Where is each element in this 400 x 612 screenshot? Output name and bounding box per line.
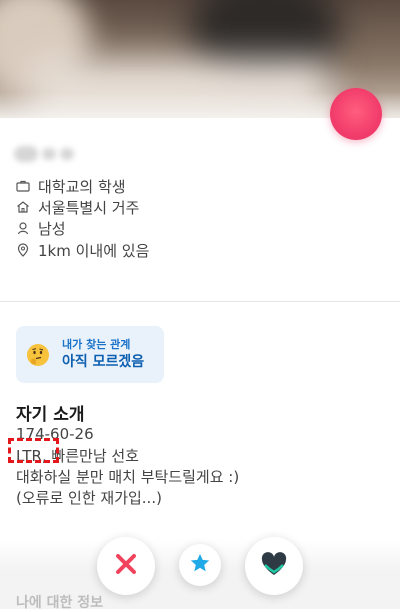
location-pin-icon <box>16 243 30 257</box>
relationship-label: 내가 찾는 관계 <box>62 338 131 351</box>
bio-line: (오류로 인한 재가입...) <box>16 489 162 507</box>
relationship-value: 아직 모르겠음 <box>62 354 145 370</box>
nope-button[interactable] <box>97 537 155 595</box>
thinking-face-icon <box>26 343 50 367</box>
next-section-title: 나에 대한 정보 <box>16 595 104 611</box>
info-row-gender: 남성 <box>16 218 66 238</box>
x-icon <box>114 552 138 580</box>
info-text-job: 대학교의 학생 <box>38 177 126 196</box>
star-icon <box>189 552 211 578</box>
profile-action-button[interactable] <box>330 88 382 140</box>
info-text-gender: 남성 <box>38 219 66 238</box>
highlight-annotation <box>8 438 59 463</box>
heart-icon <box>260 551 288 581</box>
like-button[interactable] <box>245 537 303 595</box>
bio-line: 대화하실 분만 매치 부탁드릴게요 :) <box>16 468 240 486</box>
section-divider <box>0 301 400 302</box>
relationship-texts: 내가 찾는 관계 아직 모르겠음 <box>62 337 144 372</box>
info-row-residence: 서울특별시 거주 <box>16 197 139 217</box>
info-row-distance: 1km 이내에 있음 <box>16 240 149 260</box>
relationship-goal-card: 내가 찾는 관계 아직 모르겠음 <box>16 326 164 383</box>
info-text-residence: 서울특별시 거주 <box>38 198 140 217</box>
info-text-distance: 1km 이내에 있음 <box>38 241 150 260</box>
profile-name-blurred <box>14 142 76 166</box>
super-like-button[interactable] <box>179 544 221 586</box>
briefcase-icon <box>16 179 30 193</box>
person-icon <box>16 221 30 235</box>
home-icon <box>16 200 30 214</box>
info-row-job: 대학교의 학생 <box>16 176 126 196</box>
bio-title: 자기 소개 <box>16 405 85 425</box>
